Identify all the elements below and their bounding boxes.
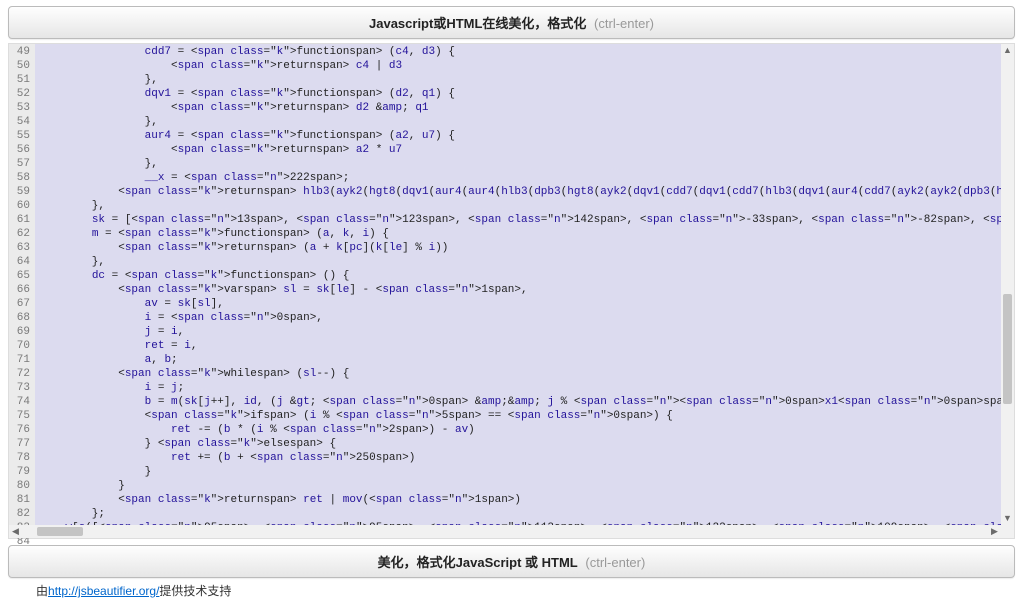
vertical-scrollbar[interactable]: ▲ ▼	[1001, 44, 1014, 525]
horizontal-scrollbar[interactable]: ◀ ▶	[9, 525, 1001, 538]
scroll-right-icon[interactable]: ▶	[988, 525, 1001, 538]
bottom-button-hint: (ctrl-enter)	[585, 555, 645, 570]
line-number-gutter: 4950515253545556575859606162636465666768…	[9, 44, 35, 525]
top-button-label: Javascript或HTML在线美化，格式化	[369, 16, 586, 31]
code-editor[interactable]: 4950515253545556575859606162636465666768…	[8, 43, 1015, 539]
top-button-hint: (ctrl-enter)	[594, 16, 654, 31]
scroll-down-icon[interactable]: ▼	[1001, 512, 1014, 525]
vertical-scroll-thumb[interactable]	[1003, 294, 1012, 404]
footer-credit: 由http://jsbeautifier.org/提供技术支持	[36, 582, 1023, 599]
footer-suffix: 提供技术支持	[159, 584, 231, 598]
bottom-button-label: 美化，格式化JavaScript 或 HTML	[378, 555, 578, 570]
footer-link[interactable]: http://jsbeautifier.org/	[48, 584, 159, 598]
horizontal-scroll-thumb[interactable]	[37, 527, 83, 536]
scroll-left-icon[interactable]: ◀	[9, 525, 22, 538]
scroll-corner	[1001, 525, 1014, 538]
scroll-up-icon[interactable]: ▲	[1001, 44, 1014, 57]
top-beautify-button[interactable]: Javascript或HTML在线美化，格式化 (ctrl-enter)	[8, 6, 1015, 39]
bottom-beautify-button[interactable]: 美化，格式化JavaScript 或 HTML (ctrl-enter)	[8, 545, 1015, 578]
code-content[interactable]: cdd7 = <span class="k">functionspan> (c4…	[35, 44, 1001, 525]
footer-prefix: 由	[36, 584, 48, 598]
